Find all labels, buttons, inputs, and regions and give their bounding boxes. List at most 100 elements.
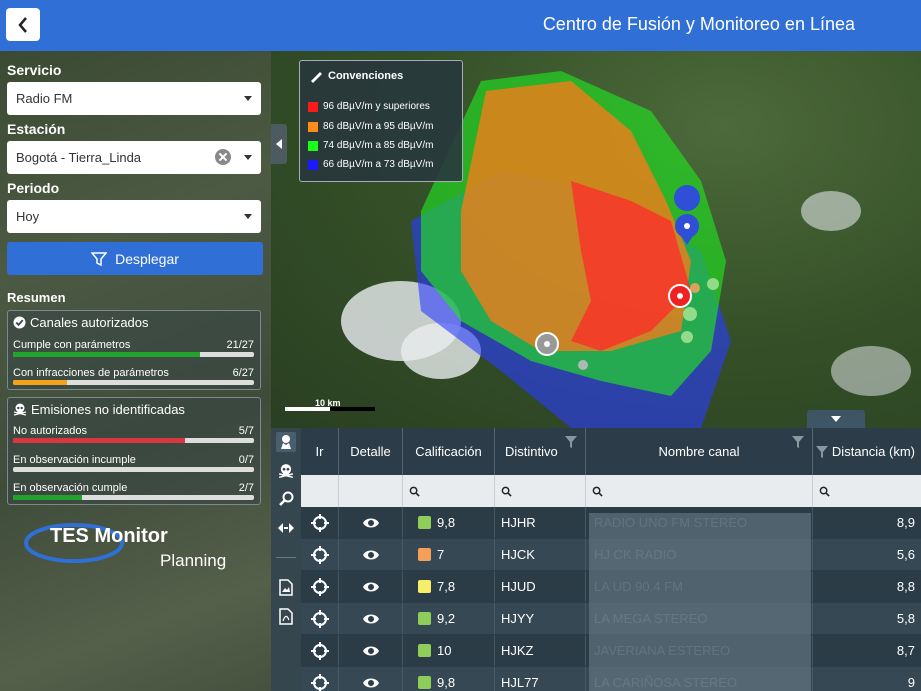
pdf-file-icon <box>279 607 293 625</box>
table-toolbar <box>271 428 301 691</box>
clear-icon[interactable] <box>215 149 231 165</box>
rating-swatch <box>418 548 431 561</box>
calificacion-cell: 9,8 <box>403 507 495 538</box>
crosshair-icon[interactable] <box>310 513 329 532</box>
eye-icon[interactable] <box>362 645 380 657</box>
detail-cell[interactable] <box>339 603 403 634</box>
collapse-sidebar-button[interactable] <box>271 124 287 164</box>
emisiones-card: Emisiones no identificadas No autorizado… <box>7 397 261 505</box>
calificacion-cell: 7 <box>403 539 495 570</box>
crosshair-icon[interactable] <box>310 673 329 691</box>
eye-icon[interactable] <box>362 677 380 689</box>
col-header-calificacion[interactable]: Calificación <box>403 428 495 475</box>
rating-swatch <box>418 644 431 657</box>
legend-swatch <box>308 140 318 151</box>
eye-icon[interactable] <box>362 549 380 561</box>
filter-icon[interactable] <box>565 436 577 448</box>
servicio-value: Radio FM <box>16 91 73 106</box>
calificacion-cell: 10 <box>403 635 495 666</box>
caret-left-icon <box>276 139 282 149</box>
detail-cell[interactable] <box>339 539 403 570</box>
eye-icon[interactable] <box>362 613 380 625</box>
rating-swatch <box>418 516 431 529</box>
tool-unidentified[interactable] <box>276 461 296 481</box>
col-header-distancia[interactable]: Distancia (km) <box>813 428 921 475</box>
distintivo-cell: HJHR <box>495 507 586 538</box>
back-button[interactable] <box>6 8 40 41</box>
canales-title: Canales autorizados <box>13 315 149 330</box>
canales-row-count: 6/27 <box>232 367 254 379</box>
goto-cell[interactable] <box>301 507 339 538</box>
search-icon <box>592 486 603 497</box>
filter-cell <box>301 475 339 507</box>
periodo-select[interactable]: Hoy <box>7 200 261 233</box>
distancia-cell: 8,7 <box>896 643 915 658</box>
eye-icon[interactable] <box>362 581 380 593</box>
col-header-detalle[interactable]: Detalle <box>339 428 403 475</box>
distancia-cell: 8,9 <box>896 515 915 530</box>
name-column-mask <box>589 513 811 691</box>
filter-distintivo[interactable] <box>495 475 586 507</box>
eye-icon[interactable] <box>362 517 380 529</box>
col-header-nombre[interactable]: Nombre canal <box>586 428 813 475</box>
progress-bar <box>13 438 254 443</box>
goto-cell[interactable] <box>301 539 339 570</box>
tool-authorized[interactable] <box>276 432 296 452</box>
channels-table: Ir Detalle Calificación Distintivo Nombr… <box>301 428 921 691</box>
goto-cell[interactable] <box>301 667 339 691</box>
filter-calificacion[interactable] <box>403 475 495 507</box>
legend-title: Convenciones <box>328 70 404 82</box>
filter-nombre[interactable] <box>586 475 813 507</box>
filter-icon[interactable] <box>815 445 828 458</box>
check-circle-icon <box>13 316 26 329</box>
filter-icon[interactable] <box>792 436 804 448</box>
detail-cell[interactable] <box>339 667 403 691</box>
desplegar-label: Desplegar <box>115 250 179 267</box>
export-image-button[interactable] <box>276 577 296 597</box>
crosshair-icon[interactable] <box>310 545 329 564</box>
detail-cell[interactable] <box>339 635 403 666</box>
canales-card: Canales autorizados Cumple con parámetro… <box>7 310 261 390</box>
export-pdf-button[interactable] <box>276 606 296 626</box>
tool-search-area[interactable] <box>276 489 296 509</box>
crosshair-icon[interactable] <box>310 609 329 628</box>
emisiones-row-label: No autorizados <box>13 425 87 437</box>
emisiones-row-label: En observación incumple <box>13 454 136 466</box>
distancia-cell: 5,8 <box>896 611 915 626</box>
rating-swatch <box>418 676 431 689</box>
filter-cell <box>339 475 403 507</box>
legend-swatch <box>308 159 318 170</box>
coverage-map[interactable]: Convenciones 96 dBµV/m y superiores 86 d… <box>271 51 921 428</box>
col-header-ir[interactable]: Ir <box>301 428 339 475</box>
crosshair-icon[interactable] <box>310 577 329 596</box>
crosshair-icon[interactable] <box>310 641 329 660</box>
legend-item: 66 dBµV/m a 73 dBµV/m <box>308 159 433 170</box>
filter-distancia[interactable] <box>813 475 921 507</box>
estacion-select[interactable]: Bogotá - Tierra_Linda <box>7 141 261 174</box>
filter-row <box>301 475 921 507</box>
calificacion-cell: 9,2 <box>403 603 495 634</box>
col-header-distintivo[interactable]: Distintivo <box>495 428 586 475</box>
canales-row-count: 21/27 <box>226 339 254 351</box>
progress-bar <box>13 352 254 357</box>
distintivo-cell: HJYY <box>495 603 586 634</box>
distintivo-cell: HJKZ <box>495 635 586 666</box>
goto-cell[interactable] <box>301 571 339 602</box>
legend-swatch <box>308 101 318 112</box>
desplegar-button[interactable]: Desplegar <box>7 242 263 275</box>
progress-fill <box>13 352 201 357</box>
goto-cell[interactable] <box>301 603 339 634</box>
detail-cell[interactable] <box>339 571 403 602</box>
transmitter-marker-icon <box>535 332 559 356</box>
emisiones-row-count: 2/7 <box>238 482 254 494</box>
progress-fill <box>13 380 67 385</box>
collapse-table-button[interactable] <box>807 410 865 428</box>
goto-cell[interactable] <box>301 635 339 666</box>
distintivo-cell: HJL77 <box>495 667 586 691</box>
detail-cell[interactable] <box>339 507 403 538</box>
caret-down-icon <box>244 96 252 101</box>
distancia-cell: 9 <box>907 675 915 690</box>
tool-signal[interactable] <box>276 518 296 538</box>
distintivo-cell: HJCK <box>495 539 586 570</box>
servicio-select[interactable]: Radio FM <box>7 82 261 115</box>
